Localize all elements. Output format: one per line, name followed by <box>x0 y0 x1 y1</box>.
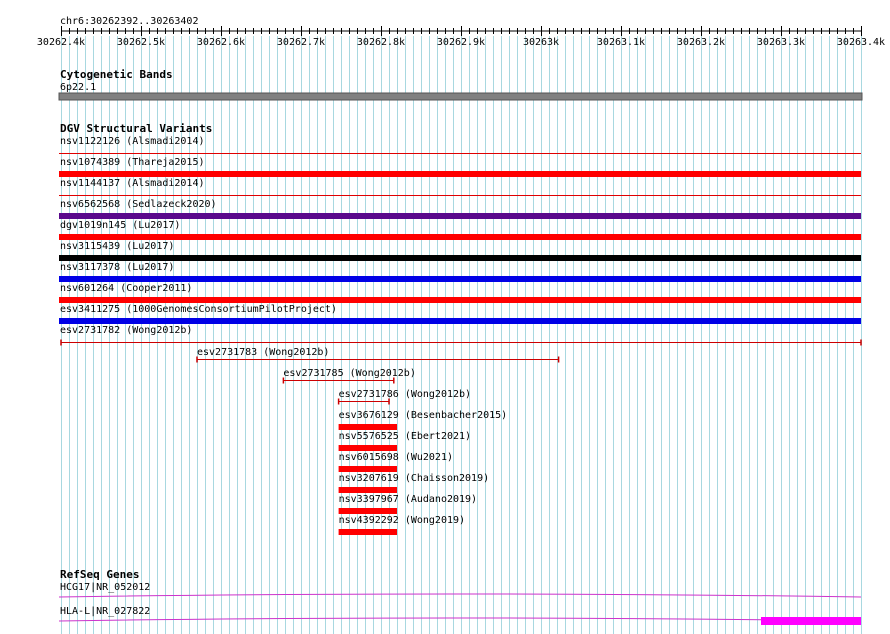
dgv-feature-label: esv3411275 (1000GenomesConsortiumPilotPr… <box>60 304 337 315</box>
dgv-track-title: DGV Structural Variants <box>60 122 212 135</box>
dgv-feature-label: nsv6015698 (Wu2021) <box>339 452 453 463</box>
dgv-feature-label: esv2731785 (Wong2012b) <box>283 368 415 379</box>
dgv-feature-bar <box>338 424 397 430</box>
dgv-feature-bar <box>338 487 397 493</box>
region-label: chr6:30262392..30263402 <box>60 16 198 27</box>
dgv-feature-bar <box>59 318 861 324</box>
dgv-feature-label: nsv4392292 (Wong2019) <box>339 515 465 526</box>
refseq-track-title: RefSeq Genes <box>60 568 139 581</box>
ruler-tick-label: 30262.5k <box>117 37 165 48</box>
dgv-feature-bar <box>338 529 397 535</box>
ruler-tick-label: 30262.6k <box>197 37 245 48</box>
ruler-tick-label: 30262.9k <box>437 37 485 48</box>
dgv-feature-label: nsv1144137 (Alsmadi2014) <box>60 178 205 189</box>
dgv-feature-label: nsv6562568 (Sedlazeck2020) <box>60 199 217 210</box>
dgv-structural-variants-track: DGV Structural Variants nsv1122126 (Alsm… <box>59 122 862 535</box>
refseq-gene-label: HCG17|NR_052012 <box>60 582 150 593</box>
ruler-tick-label: 30262.4k <box>37 37 85 48</box>
dgv-partial-features: esv2731783 (Wong2012b) esv2731785 (Wong20… <box>196 347 560 535</box>
cytoband-label: 6p22.1 <box>60 82 96 93</box>
dgv-feature-label: nsv601264 (Cooper2011) <box>60 283 192 294</box>
dgv-feature-bar <box>59 255 861 261</box>
dgv-feature-label: nsv1074389 (Thareja2015) <box>60 157 205 168</box>
dgv-feature-bar <box>338 466 397 472</box>
dgv-feature-bar <box>59 297 861 303</box>
refseq-intron-line <box>58 593 862 598</box>
refseq-exon-block <box>761 617 861 625</box>
dgv-feature-label: dgv1019n145 (Lu2017) <box>60 220 180 231</box>
dgv-feature-label: esv3676129 (Besenbacher2015) <box>339 410 508 421</box>
ruler-tick-label: 30262.7k <box>277 37 325 48</box>
refseq-genes-track: RefSeq Genes HCG17|NR_052012 HLA-L|NR_027… <box>58 568 862 625</box>
dgv-feature-label: esv2731782 (Wong2012b) <box>60 325 192 336</box>
dgv-feature-bar <box>59 234 861 240</box>
dgv-feature-label: nsv1122126 (Alsmadi2014) <box>60 136 205 147</box>
refseq-gene-label: HLA-L|NR_027822 <box>60 606 150 617</box>
dgv-feature-label: nsv3115439 (Lu2017) <box>60 241 174 252</box>
refseq-intron-line <box>58 617 862 622</box>
dgv-full-span-features: nsv1122126 (Alsmadi2014) nsv1074389 (Thar… <box>59 136 862 346</box>
cytoband-bar <box>58 92 863 101</box>
dgv-feature-bar <box>338 445 397 451</box>
ruler-tick-label: 30263.2k <box>677 37 725 48</box>
dgv-feature-label: nsv5576525 (Ebert2021) <box>339 431 471 442</box>
refseq-gene-features: HCG17|NR_052012 HLA-L|NR_027822 <box>58 582 862 625</box>
dgv-feature-label: esv2731783 (Wong2012b) <box>197 347 329 358</box>
cytoband-track-title: Cytogenetic Bands <box>60 68 173 81</box>
ruler-ticks: 30262.4k 30262.5k 30262.6k 30262.7k 30262.8k… <box>37 26 885 48</box>
dgv-feature-bar <box>59 276 861 282</box>
position-ruler[interactable]: chr6:30262392..30263402 30262.4k 30262.5k… <box>37 16 885 48</box>
dgv-feature-bar <box>59 171 861 177</box>
ruler-tick-label: 30263k <box>523 37 559 48</box>
genome-browser-view: chr6:30262392..30263402 30262.4k 30262.5k… <box>37 16 885 634</box>
ruler-tick-label: 30263.4k <box>837 37 885 48</box>
dgv-feature-bar <box>59 213 861 219</box>
dgv-feature-label: nsv3207619 (Chaisson2019) <box>339 473 490 484</box>
dgv-feature-label: nsv3397967 (Audano2019) <box>339 494 477 505</box>
ruler-tick-label: 30263.3k <box>757 37 805 48</box>
ruler-tick-label: 30263.1k <box>597 37 645 48</box>
dgv-feature-label: nsv3117378 (Lu2017) <box>60 262 174 273</box>
dgv-feature-bar <box>338 508 397 514</box>
dgv-feature-label: esv2731786 (Wong2012b) <box>339 389 471 400</box>
ruler-tick-label: 30262.8k <box>357 37 405 48</box>
